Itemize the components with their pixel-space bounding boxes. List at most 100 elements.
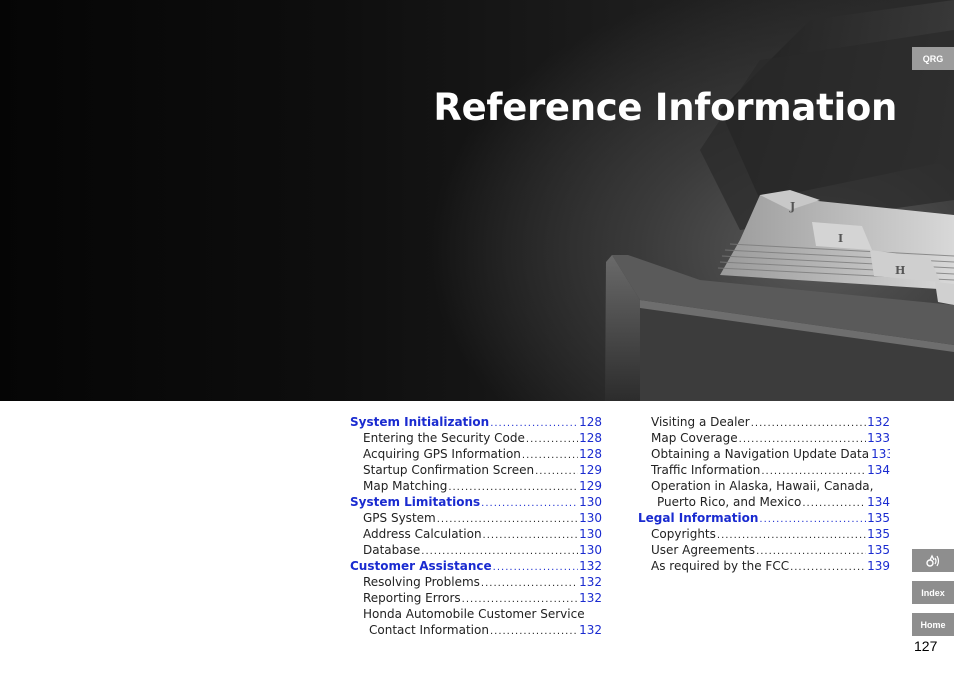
toc-entry: Operation in Alaska, Hawaii, Canada,: [638, 478, 890, 494]
toc-leader-dots: ........................................…: [790, 562, 866, 573]
toc-entry[interactable]: Database................................…: [350, 542, 602, 558]
toc-page-link[interactable]: 133: [871, 446, 890, 462]
toc-leader-dots: ........................................…: [448, 482, 578, 493]
toc-leader-dots: ........................................…: [490, 418, 578, 429]
toc-entry-label: Honda Automobile Customer Service: [363, 607, 585, 621]
toc-page-link[interactable]: 135: [867, 510, 890, 526]
toc-entry: Honda Automobile Customer Service: [350, 606, 602, 622]
toc-page-link[interactable]: 135: [867, 542, 890, 558]
toc-page-link[interactable]: 130: [579, 494, 602, 510]
toc-entry-label: Database: [363, 543, 421, 557]
toc-entry-label: Puerto Rico, and Mexico: [657, 495, 802, 509]
toc-leader-dots: ........................................…: [759, 514, 866, 525]
toc-page-link[interactable]: 132: [867, 414, 890, 430]
toc-entry[interactable]: Resolving Problems......................…: [350, 574, 602, 590]
toc-entry-label: Map Matching: [363, 479, 448, 493]
voice-command-button[interactable]: [912, 549, 954, 572]
toc-entry-label: Traffic Information: [651, 463, 761, 477]
toc-page-link[interactable]: 132: [579, 622, 602, 638]
toc-entry[interactable]: Map Matching............................…: [350, 478, 602, 494]
toc-entry[interactable]: Copyrights..............................…: [638, 526, 890, 542]
toc-page-link[interactable]: 128: [579, 414, 602, 430]
toc-entry[interactable]: Address Calculation.....................…: [350, 526, 602, 542]
toc-page-link[interactable]: 139: [867, 558, 890, 574]
toc-entry[interactable]: User Agreements.........................…: [638, 542, 890, 558]
toc-leader-dots: ........................................…: [492, 562, 578, 573]
toc-entry[interactable]: Map Coverage............................…: [638, 430, 890, 446]
toc-entry[interactable]: Startup Confirmation Screen.............…: [350, 462, 602, 478]
toc-entry[interactable]: As required by the FCC..................…: [638, 558, 890, 574]
toc-entry-label: Operation in Alaska, Hawaii, Canada,: [651, 479, 874, 493]
toc-leader-dots: ........................................…: [525, 434, 578, 445]
toc-page-link[interactable]: 132: [579, 574, 602, 590]
toc-entry[interactable]: GPS System..............................…: [350, 510, 602, 526]
toc-entry-label: Customer Assistance: [350, 559, 492, 573]
svg-text:H: H: [895, 264, 905, 277]
toc-leader-dots: ........................................…: [436, 514, 578, 525]
toc-page-link[interactable]: 130: [579, 526, 602, 542]
toc-page-link[interactable]: 133: [867, 430, 890, 446]
toc-leader-dots: ........................................…: [521, 450, 578, 461]
toc-entry-label: Startup Confirmation Screen: [363, 463, 535, 477]
toc-leader-dots: ........................................…: [756, 546, 866, 557]
toc-right-column: Visiting a Dealer.......................…: [638, 414, 890, 574]
toc-entry[interactable]: Visiting a Dealer.......................…: [638, 414, 890, 430]
home-button[interactable]: Home: [912, 613, 954, 636]
toc-page-link[interactable]: 134: [867, 462, 890, 478]
toc-heading[interactable]: Legal Information.......................…: [638, 510, 890, 526]
toc-leader-dots: ........................................…: [761, 466, 866, 477]
toc-heading[interactable]: System Limitations......................…: [350, 494, 602, 510]
toc-entry[interactable]: Acquiring GPS Information...............…: [350, 446, 602, 462]
toc-entry-label: Obtaining a Navigation Update Data: [651, 447, 870, 461]
toc-page-link[interactable]: 130: [579, 542, 602, 558]
toc-leader-dots: ........................................…: [482, 530, 579, 541]
toc-leader-dots: ........................................…: [802, 498, 866, 509]
toc-entry-label: Reporting Errors: [363, 591, 461, 605]
toc-entry-label: System Initialization: [350, 415, 490, 429]
toc-page-link[interactable]: 129: [579, 462, 602, 478]
file-drawer-illustration: J I H: [605, 0, 954, 401]
toc-entry[interactable]: Obtaining a Navigation Update Data......…: [638, 446, 890, 462]
toc-heading[interactable]: System Initialization...................…: [350, 414, 602, 430]
toc-leader-dots: ........................................…: [750, 418, 867, 429]
hero-image: J I H Reference Information: [0, 0, 954, 401]
toc-left-column: System Initialization...................…: [350, 414, 602, 638]
toc-entry[interactable]: Puerto Rico, and Mexico.................…: [638, 494, 890, 510]
svg-text:I: I: [838, 232, 843, 245]
voice-command-icon: [926, 554, 940, 567]
toc-leader-dots: ........................................…: [489, 626, 578, 637]
toc-leader-dots: ........................................…: [481, 498, 578, 509]
qrg-button[interactable]: QRG: [912, 47, 954, 70]
toc-entry-label: GPS System: [363, 511, 436, 525]
toc-entry-label: User Agreements: [651, 543, 756, 557]
toc-page-link[interactable]: 135: [867, 526, 890, 542]
toc-entry[interactable]: Traffic Information.....................…: [638, 462, 890, 478]
toc-entry-label: As required by the FCC: [651, 559, 790, 573]
svg-text:J: J: [789, 200, 795, 213]
toc-page-link[interactable]: 132: [579, 590, 602, 606]
toc-entry-label: Contact Information: [369, 623, 489, 637]
toc-entry[interactable]: Contact Information.....................…: [350, 622, 602, 638]
toc-page-link[interactable]: 130: [579, 510, 602, 526]
toc-page-link[interactable]: 128: [579, 446, 602, 462]
toc-entry[interactable]: Reporting Errors........................…: [350, 590, 602, 606]
toc-leader-dots: ........................................…: [461, 594, 579, 605]
toc-page-link[interactable]: 134: [867, 494, 890, 510]
toc-leader-dots: ........................................…: [421, 546, 578, 557]
toc-page-link[interactable]: 129: [579, 478, 602, 494]
toc-page-link[interactable]: 132: [579, 558, 602, 574]
toc-heading[interactable]: Customer Assistance.....................…: [350, 558, 602, 574]
toc-entry-label: Copyrights: [651, 527, 716, 541]
page-number: 127: [914, 638, 938, 654]
toc-entry-label: System Limitations: [350, 495, 481, 509]
toc-entry-label: Legal Information: [638, 511, 759, 525]
index-button[interactable]: Index: [912, 581, 954, 604]
toc-entry[interactable]: Entering the Security Code..............…: [350, 430, 602, 446]
toc-leader-dots: ........................................…: [535, 466, 578, 477]
toc-entry-label: Resolving Problems: [363, 575, 480, 589]
toc-leader-dots: ........................................…: [480, 578, 578, 589]
toc-entry-label: Address Calculation: [363, 527, 482, 541]
toc-page-link[interactable]: 128: [579, 430, 602, 446]
toc-entry-label: Visiting a Dealer: [651, 415, 750, 429]
toc-leader-dots: ........................................…: [716, 530, 866, 541]
